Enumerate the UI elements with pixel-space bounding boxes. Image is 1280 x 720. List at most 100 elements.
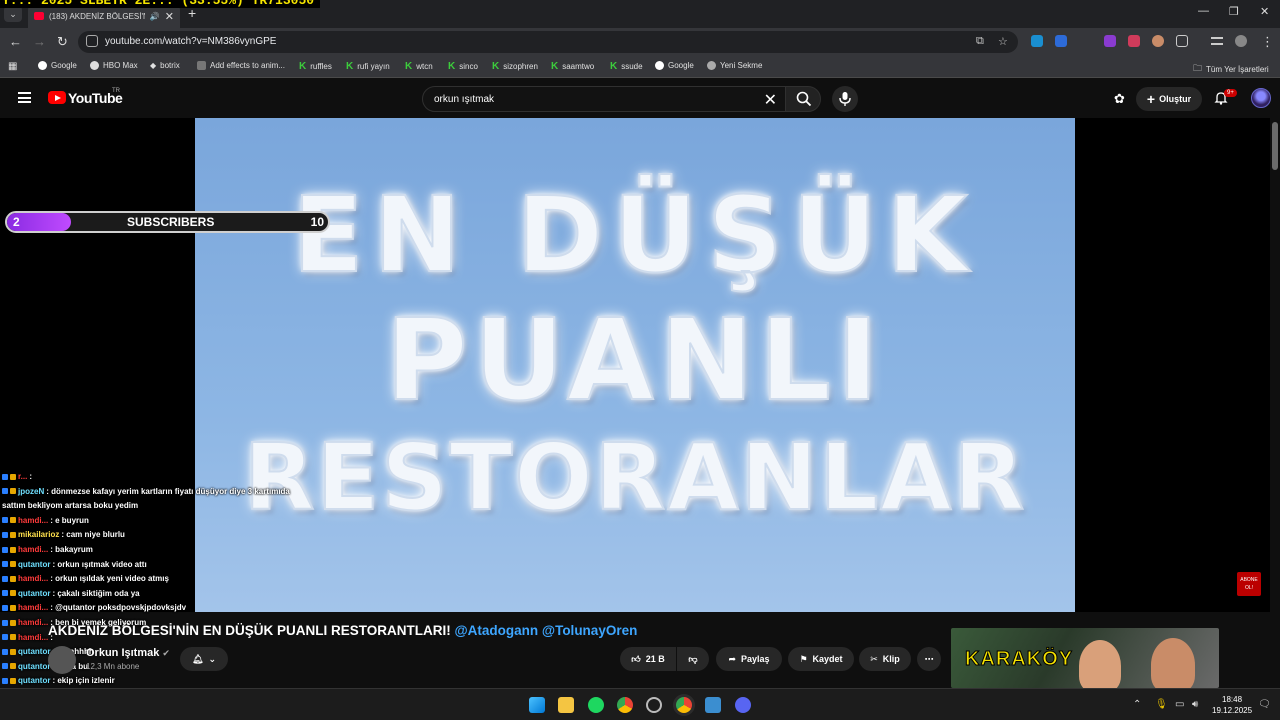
chat-username[interactable]: hamdi...	[18, 618, 48, 627]
youtube-masthead: YouTube TR orkun ışıtmak ✕ ✿ + Oluştur 9+	[0, 78, 1280, 118]
chat-username[interactable]: jpozeN	[18, 487, 44, 496]
all-bookmarks-folder[interactable]: 🗀 Tüm Yer İşaretleri	[1193, 61, 1269, 77]
chat-username[interactable]: qutantor	[18, 647, 50, 656]
video-title-mentions[interactable]: @Atadogann @TolunayOren	[455, 623, 638, 638]
create-button[interactable]: + Oluştur	[1136, 87, 1202, 111]
extension-3-icon[interactable]	[1104, 35, 1116, 47]
chat-badge-icon	[2, 604, 8, 611]
extension-2-icon[interactable]	[1055, 35, 1067, 47]
account-avatar[interactable]	[1251, 88, 1271, 108]
tab-audio-icon[interactable]: 🔊	[150, 12, 160, 21]
reading-list-icon[interactable]	[1211, 37, 1223, 45]
chat-username[interactable]: qutantor	[18, 676, 50, 685]
bookmark-star-icon[interactable]: ☆	[998, 35, 1008, 48]
bookmark-wtcn[interactable]: Kwtcn	[405, 61, 433, 72]
bookmark-add-effects[interactable]: Add effects to anim...	[197, 61, 285, 70]
notification-center-icon[interactable]: 🗨︎	[1258, 699, 1271, 710]
chat-username[interactable]: qutantor	[18, 560, 50, 569]
chat-username[interactable]: qutantor	[18, 662, 50, 671]
window-close-icon[interactable]: ✕	[1260, 5, 1269, 18]
bookmark-hbo-max[interactable]: HBO Max	[90, 61, 138, 70]
reload-icon[interactable]: ↻	[57, 34, 68, 50]
search-input[interactable]: orkun ışıtmak ✕	[422, 86, 786, 112]
bookmark-ssude[interactable]: Kssude	[610, 61, 643, 72]
chat-username[interactable]: hamdi...	[18, 574, 48, 583]
more-actions-button[interactable]: ⋯	[917, 647, 941, 671]
spotify-icon[interactable]	[588, 697, 604, 713]
back-icon[interactable]: ←	[9, 34, 22, 49]
botrix-icon: ◆	[150, 61, 157, 70]
chat-username[interactable]: mikailarioz	[18, 530, 59, 539]
obs-icon[interactable]	[646, 697, 662, 713]
network-icon[interactable]: ▭	[1175, 699, 1184, 710]
chat-username[interactable]: qutantor	[18, 589, 50, 598]
thumbs-up-icon: 👍︎	[631, 653, 641, 664]
bookmark-google-2[interactable]: Google	[655, 61, 694, 70]
tray-overflow-icon[interactable]: ⌃	[1133, 699, 1141, 710]
site-info-icon[interactable]	[86, 35, 98, 47]
extension-1-icon[interactable]	[1031, 35, 1043, 47]
app-icon[interactable]	[705, 697, 721, 713]
discord-icon[interactable]	[735, 697, 751, 713]
clear-search-icon[interactable]: ✕	[764, 90, 777, 110]
next-video-thumbnail[interactable]: KARAKÖY	[951, 628, 1219, 688]
profile-avatar-icon[interactable]	[1235, 35, 1247, 47]
start-menu-icon[interactable]	[529, 697, 545, 713]
chat-badge-icon	[10, 590, 16, 597]
save-button[interactable]: ⚑ Kaydet	[788, 647, 854, 671]
tab-close-icon[interactable]: ✕	[165, 10, 174, 23]
chat-username[interactable]: hamdi...	[18, 516, 48, 525]
chat-username[interactable]: hamdi...	[18, 545, 48, 554]
hamburger-menu-icon[interactable]	[18, 92, 31, 103]
chrome-active-icon[interactable]	[676, 697, 692, 713]
chat-username[interactable]: hamdi...	[18, 633, 48, 642]
tab-search-icon[interactable]: ⌄	[4, 6, 22, 22]
file-explorer-icon[interactable]	[558, 697, 574, 713]
channel-name[interactable]: Orkun Işıtmak ✔	[86, 647, 170, 659]
system-clock[interactable]: 18:48 19.12.2025	[1212, 694, 1252, 716]
voice-search-button[interactable]	[832, 86, 858, 112]
chat-username[interactable]: hamdi...	[18, 603, 48, 612]
video-player[interactable]: EN DÜŞÜK PUANLI RESTORANLAR	[195, 118, 1075, 612]
forward-icon[interactable]: →	[33, 34, 46, 49]
bookmark-yeni-sekme[interactable]: Yeni Sekme	[707, 61, 762, 70]
search-button[interactable]	[785, 86, 821, 112]
bookmark-botrix[interactable]: ◆ botrix	[150, 61, 180, 70]
address-bar[interactable]: youtube.com/watch?v=NM386vynGPE ⧉ ☆	[78, 31, 1018, 53]
kick-icon: K	[610, 61, 618, 72]
bookmark-ruffles[interactable]: Kruffles	[299, 61, 332, 72]
dislike-button[interactable]: 👎︎	[677, 647, 709, 671]
youtube-logo-icon[interactable]	[48, 91, 66, 104]
clip-button[interactable]: ✂ Klip	[859, 647, 911, 671]
extension-4-icon[interactable]	[1128, 35, 1140, 47]
bookmark-sinco[interactable]: Ksinco	[448, 61, 478, 72]
cloud-text-line-2: PUANLI	[384, 295, 885, 427]
extensions-puzzle-icon[interactable]	[1176, 35, 1188, 47]
subscriber-goal-label: SUBSCRIBERS	[127, 215, 215, 229]
chat-text: : bakayrum	[50, 545, 93, 554]
gaming-controller-icon[interactable]: ✿	[1114, 91, 1125, 107]
apps-grid-icon[interactable]: ▦	[8, 61, 17, 72]
bookmark-rufi-yayin[interactable]: Krufi yayın	[346, 61, 390, 72]
like-button[interactable]: 👍︎ 21 B	[620, 647, 676, 671]
channel-avatar[interactable]	[48, 646, 76, 674]
share-button[interactable]: ➦ Paylaş	[716, 647, 782, 671]
volume-icon[interactable]: 🔊︎	[1192, 699, 1198, 710]
cast-icon[interactable]: ⧉	[976, 35, 984, 48]
page-scrollbar[interactable]	[1270, 118, 1280, 688]
chat-message: hamdi...: bakayrum	[2, 545, 93, 554]
scrollbar-thumb[interactable]	[1272, 122, 1278, 170]
bookmark-google-1[interactable]: Google	[38, 61, 77, 70]
chat-text: :	[29, 472, 33, 481]
chat-badge-icon	[2, 546, 8, 553]
chat-username[interactable]: r...	[18, 472, 27, 481]
bookmark-saamtwo[interactable]: Ksaamtwo	[551, 61, 594, 72]
microphone-tray-icon[interactable]: 🎙︎	[1155, 699, 1168, 710]
notification-preference-button[interactable]: 🔔︎ ⌄	[180, 647, 228, 671]
browser-menu-icon[interactable]: ⋮	[1261, 34, 1274, 50]
restore-icon[interactable]: ❐	[1229, 5, 1239, 18]
bookmark-sizophren[interactable]: Ksizophren	[492, 61, 538, 72]
chrome-icon[interactable]	[617, 697, 633, 713]
minimize-icon[interactable]: —	[1198, 5, 1209, 17]
extension-5-icon[interactable]	[1152, 35, 1164, 47]
